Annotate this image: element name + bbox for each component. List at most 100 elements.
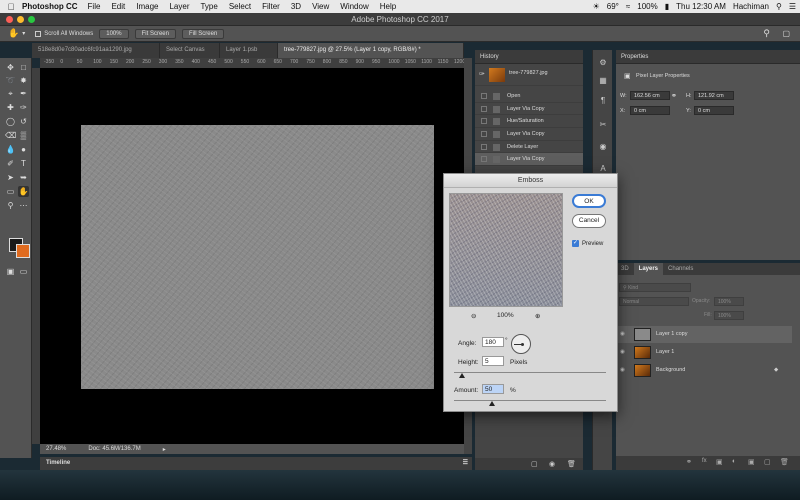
minimize-window-button[interactable]	[17, 16, 24, 23]
height-slider[interactable]	[454, 372, 606, 373]
y-field[interactable]: 0 cm	[694, 106, 734, 115]
history-header[interactable]: History	[475, 50, 583, 64]
history-snapshot[interactable]: ✑ tree-779827.jpg	[475, 64, 583, 86]
menu-view[interactable]: View	[312, 2, 329, 11]
zoom-in-icon[interactable]: ⊕	[535, 312, 540, 320]
channels-icon[interactable]: ◉	[597, 142, 609, 154]
tools-icon[interactable]: ✂	[597, 120, 609, 132]
notification-icon[interactable]: ☰	[789, 2, 796, 11]
apple-icon[interactable]: 	[0, 2, 22, 12]
visibility-eye-icon[interactable]: ◉	[620, 362, 628, 379]
menu-window[interactable]: Window	[340, 2, 368, 11]
new-layer-icon[interactable]: ▢	[764, 458, 771, 466]
amount-slider-thumb[interactable]	[489, 401, 495, 406]
folder-icon[interactable]: ▣	[748, 458, 755, 466]
zoom-level[interactable]: 27.48%	[46, 446, 66, 452]
adjustment-layer-icon[interactable]: ◐	[732, 458, 736, 465]
tab-document[interactable]: Select Canvas	[160, 43, 220, 58]
quick-select-tool-icon[interactable]: ✸	[18, 75, 29, 86]
width-field[interactable]: 162.56 cm	[630, 91, 670, 100]
hand-tool-icon[interactable]: ✋	[18, 186, 29, 197]
screen-mode-icon[interactable]: ▭	[18, 266, 29, 277]
more-tools-icon[interactable]: ⋯	[18, 200, 29, 211]
zoom-out-icon[interactable]: ⊖	[471, 312, 476, 320]
scroll-all-checkbox[interactable]	[35, 30, 42, 37]
angle-dial[interactable]	[511, 334, 531, 354]
pen-tool-icon[interactable]: ✐	[5, 158, 16, 169]
amount-input[interactable]: 50	[482, 384, 504, 394]
background-color-swatch[interactable]	[16, 244, 30, 258]
cancel-button[interactable]: Cancel	[572, 214, 606, 228]
panel-menu-icon[interactable]: ☰	[463, 457, 468, 470]
x-field[interactable]: 0 cm	[630, 106, 670, 115]
weather-icon[interactable]: ☀	[593, 2, 600, 11]
dodge-tool-icon[interactable]: ●	[18, 144, 29, 155]
tab-document[interactable]: 518e8d0e7c80adc6fc91aa1290.jpg	[32, 43, 160, 58]
menu-type[interactable]: Type	[200, 2, 217, 11]
layer-item[interactable]: ◉ Layer 1 copy	[616, 326, 792, 343]
opacity-field[interactable]: 100%	[714, 297, 744, 306]
fx-icon[interactable]: fx	[702, 458, 707, 464]
preview-checkbox[interactable]: ✓	[572, 240, 579, 247]
battery-icon[interactable]: ▮	[665, 2, 669, 11]
app-menu[interactable]: Photoshop CC	[22, 2, 78, 11]
tab-3d[interactable]: 3D	[616, 263, 634, 275]
zoom-tool-icon[interactable]: ⚲	[5, 200, 16, 211]
direct-select-icon[interactable]: ➥	[18, 172, 29, 183]
rectangle-tool-icon[interactable]: ▭	[5, 186, 16, 197]
camera-icon[interactable]: ◉	[549, 460, 555, 468]
brush-tool-icon[interactable]: ✑	[18, 102, 29, 113]
hand-tool-icon[interactable]: ✋	[8, 28, 19, 39]
path-select-icon[interactable]: ➤	[5, 172, 16, 183]
fill-field[interactable]: 100%	[714, 311, 744, 320]
workspace-icon[interactable]: ▢	[782, 29, 790, 38]
clock[interactable]: Thu 12:30 AM	[676, 2, 726, 11]
clone-stamp-icon[interactable]: ◯	[5, 116, 16, 127]
tab-document-active[interactable]: tree-779827.jpg @ 27.5% (Layer 1 copy, R…	[278, 43, 464, 58]
status-arrow-icon[interactable]: ▸	[163, 446, 166, 453]
user-name[interactable]: Hachiman	[733, 2, 769, 11]
menu-select[interactable]: Select	[229, 2, 251, 11]
height-slider-thumb[interactable]	[458, 373, 465, 378]
search-icon[interactable]: ⚲	[763, 28, 770, 39]
history-brush-icon[interactable]: ↺	[18, 116, 29, 127]
crop-tool-icon[interactable]: ⌖	[5, 88, 16, 99]
tab-document[interactable]: Layer 1.psb	[220, 43, 278, 58]
menu-layer[interactable]: Layer	[169, 2, 189, 11]
tab-layers[interactable]: Layers	[633, 263, 664, 275]
tab-channels[interactable]: Channels	[663, 263, 698, 275]
lasso-tool-icon[interactable]: ➰	[5, 75, 16, 86]
menu-help[interactable]: Help	[380, 2, 396, 11]
paragraph-icon[interactable]: ¶	[597, 96, 609, 108]
history-brush-icon[interactable]: ⚙	[597, 58, 609, 70]
tool-preset-chevron-icon[interactable]: ▾	[22, 30, 25, 37]
gradient-tool-icon[interactable]: ▒	[18, 130, 29, 141]
layer-filter-dropdown[interactable]: ⚲ Kind	[619, 283, 691, 292]
close-window-button[interactable]	[6, 16, 13, 23]
history-step[interactable]: Open	[475, 90, 583, 103]
layer-item[interactable]: ◉ Layer 1	[616, 344, 792, 361]
link-layers-icon[interactable]: ⚭	[686, 458, 692, 466]
fill-screen-button[interactable]: Fill Screen	[181, 28, 225, 39]
angle-input[interactable]: 180	[482, 337, 504, 347]
height-field[interactable]: 121.92 cm	[694, 91, 734, 100]
healing-brush-icon[interactable]: ✚	[5, 102, 16, 113]
ok-button[interactable]: OK	[572, 194, 606, 208]
filter-preview[interactable]	[449, 193, 563, 307]
canvas-area[interactable]	[40, 68, 464, 444]
properties-header[interactable]: Properties	[616, 50, 800, 64]
amount-slider[interactable]	[454, 400, 606, 401]
eyedropper-tool-icon[interactable]: ✒	[18, 88, 29, 99]
history-step[interactable]: Delete Layer	[475, 141, 583, 154]
mask-icon[interactable]: ▣	[716, 458, 723, 466]
wifi-icon[interactable]: ≈	[626, 2, 630, 11]
history-step-selected[interactable]: Layer Via Copy	[475, 153, 583, 167]
blur-tool-icon[interactable]: 💧	[5, 144, 16, 155]
layer-item[interactable]: ◉ Background ◆	[616, 362, 792, 379]
document-image[interactable]	[81, 125, 434, 389]
menu-file[interactable]: File	[88, 2, 101, 11]
history-step[interactable]: Layer Via Copy	[475, 128, 583, 141]
menu-edit[interactable]: Edit	[111, 2, 125, 11]
type-tool-icon[interactable]: T	[18, 158, 29, 169]
quick-mask-icon[interactable]: ▣	[5, 266, 16, 277]
